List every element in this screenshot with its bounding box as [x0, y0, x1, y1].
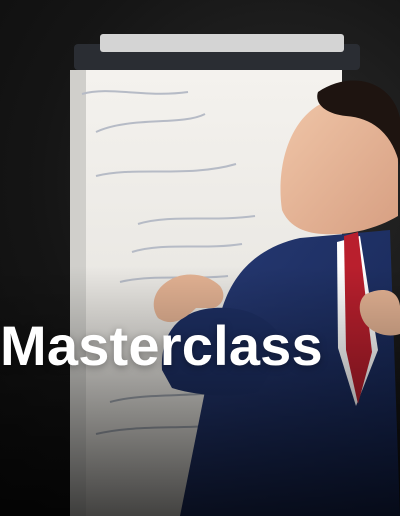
card-title: Masterclass	[0, 314, 323, 377]
masterclass-card[interactable]: Masterclass	[0, 0, 400, 516]
speaker-photo	[70, 34, 400, 516]
